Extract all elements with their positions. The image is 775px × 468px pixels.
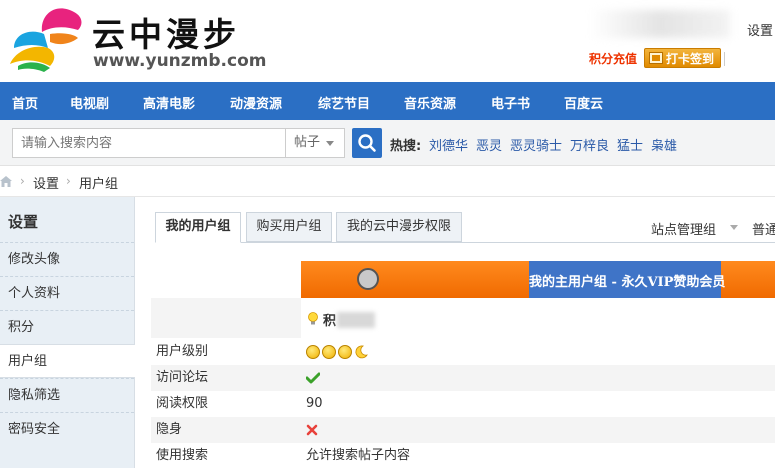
table-row: 隐身 [151,417,775,443]
sidebar-item-profile[interactable]: 个人资料 [0,276,134,310]
hot-search-item[interactable]: 刘德华 [429,135,468,154]
table-row: 使用搜索 允许搜索帖子内容 [151,443,775,468]
sidebar-title: 设置 [8,213,39,231]
search-scope-label: 帖子 [294,135,321,150]
sidebar-item-password[interactable]: 密码安全 [0,412,134,446]
nav-item-movies[interactable]: 高清电影 [143,93,195,112]
breadcrumb-settings[interactable]: 设置 [33,173,59,192]
nav-item-ebooks[interactable]: 电子书 [491,93,530,112]
nav-item-variety[interactable]: 综艺节目 [318,93,370,112]
level-star-icon [306,344,320,359]
site-title[interactable]: 云中漫步 [92,8,240,56]
table-row: 阅读权限 90 [151,391,775,417]
chevron-down-icon [326,141,334,146]
row-label-bg [151,298,301,338]
tab-my-usergroup[interactable]: 我的用户组 [155,212,241,243]
permission-label: 阅读权限 [156,396,209,411]
checkin-button-label: 打卡签到 [666,51,715,66]
site-header: 云中漫步 www.yunzmb.com 设置 积分充值 打卡签到 [0,0,775,82]
chevron-down-icon [730,225,738,230]
breadcrumb: › 设置 › 用户组 [0,167,775,197]
hot-search-item[interactable]: 恶灵骑士 [510,135,562,154]
level-moon-icon [355,345,368,358]
nav-item-music[interactable]: 音乐资源 [404,93,456,112]
nav-item-tv[interactable]: 电视剧 [70,93,109,112]
divider [724,52,725,66]
logo-icon[interactable] [4,4,84,74]
sidebar-item-points[interactable]: 积分 [0,310,134,344]
search-icon [358,134,376,152]
permission-value [301,339,775,365]
permission-value: 允许搜索帖子内容 [306,448,411,463]
chevron-right-icon: › [20,174,25,188]
level-star-icon [338,344,352,359]
nav-item-baiduyun[interactable]: 百度云 [564,93,603,112]
check-icon [305,372,321,383]
table-row: 用户级别 [151,339,775,365]
sidebar-item-avatar[interactable]: 修改头像 [0,242,134,276]
settings-link[interactable]: 设置 [747,20,773,39]
permission-value [301,365,775,391]
sidebar-item-privacy[interactable]: 隐私筛选 [0,378,134,412]
sidebar-item-usergroup[interactable]: 用户组 [0,344,135,378]
avatar [357,268,379,290]
settings-sidebar: 设置 修改头像 个人资料 积分 用户组 隐私筛选 密码安全 [0,197,135,468]
hot-search-item[interactable]: 枭雄 [651,135,677,154]
cross-icon [306,424,318,435]
search-input[interactable] [12,128,285,158]
hot-search-item[interactable]: 猛士 [617,135,643,154]
blurred-points-value [337,312,375,328]
calendar-icon [649,52,663,64]
usergroup-banner-text: 我的主用户组 - 永久VIP赞助会员 [529,275,726,290]
table-row: 访问论坛 [151,365,775,391]
tabs-divider [155,242,775,243]
lightbulb-icon [308,312,318,325]
permission-label: 用户级别 [156,344,209,359]
tab-buy-usergroup[interactable]: 购买用户组 [246,212,332,242]
hot-search-item[interactable]: 万梓良 [570,135,609,154]
permission-value [301,417,775,443]
usergroup-banner: 我的主用户组 - 永久VIP赞助会员 [301,261,775,298]
home-icon[interactable] [0,176,12,187]
level-star-icon [322,344,336,359]
nav-item-home[interactable]: 首页 [12,93,38,112]
permission-label: 使用搜索 [156,448,209,463]
normal-group-dropdown[interactable]: 普通 [752,219,775,238]
search-bar: 帖子 热搜: 刘德华 恶灵 恶灵骑士 万梓良 猛士 枭雄 [0,120,775,166]
points-topup-link[interactable]: 积分充值 [589,50,637,67]
chevron-right-icon: › [66,174,71,188]
permission-label: 隐身 [151,417,301,443]
hot-search-item[interactable]: 恶灵 [476,135,502,154]
permission-label: 访问论坛 [151,365,301,391]
checkin-button[interactable]: 打卡签到 [644,48,721,68]
permission-value: 90 [306,396,323,411]
main-nav: 首页 电视剧 高清电影 动漫资源 综艺节目 音乐资源 电子书 百度云 [0,82,775,120]
tab-my-permissions[interactable]: 我的云中漫步权限 [336,212,462,242]
search-button[interactable] [352,128,382,158]
breadcrumb-usergroup[interactable]: 用户组 [79,173,118,192]
search-scope-select[interactable]: 帖子 [285,128,345,158]
hot-search-label: 热搜: [390,139,422,154]
nav-item-anime[interactable]: 动漫资源 [230,93,282,112]
points-label: 积 [323,314,337,329]
site-url[interactable]: www.yunzmb.com [93,51,266,71]
admin-group-dropdown[interactable]: 站点管理组 [651,219,716,238]
blurred-user-info [590,10,730,38]
points-row: 积 [151,298,775,338]
